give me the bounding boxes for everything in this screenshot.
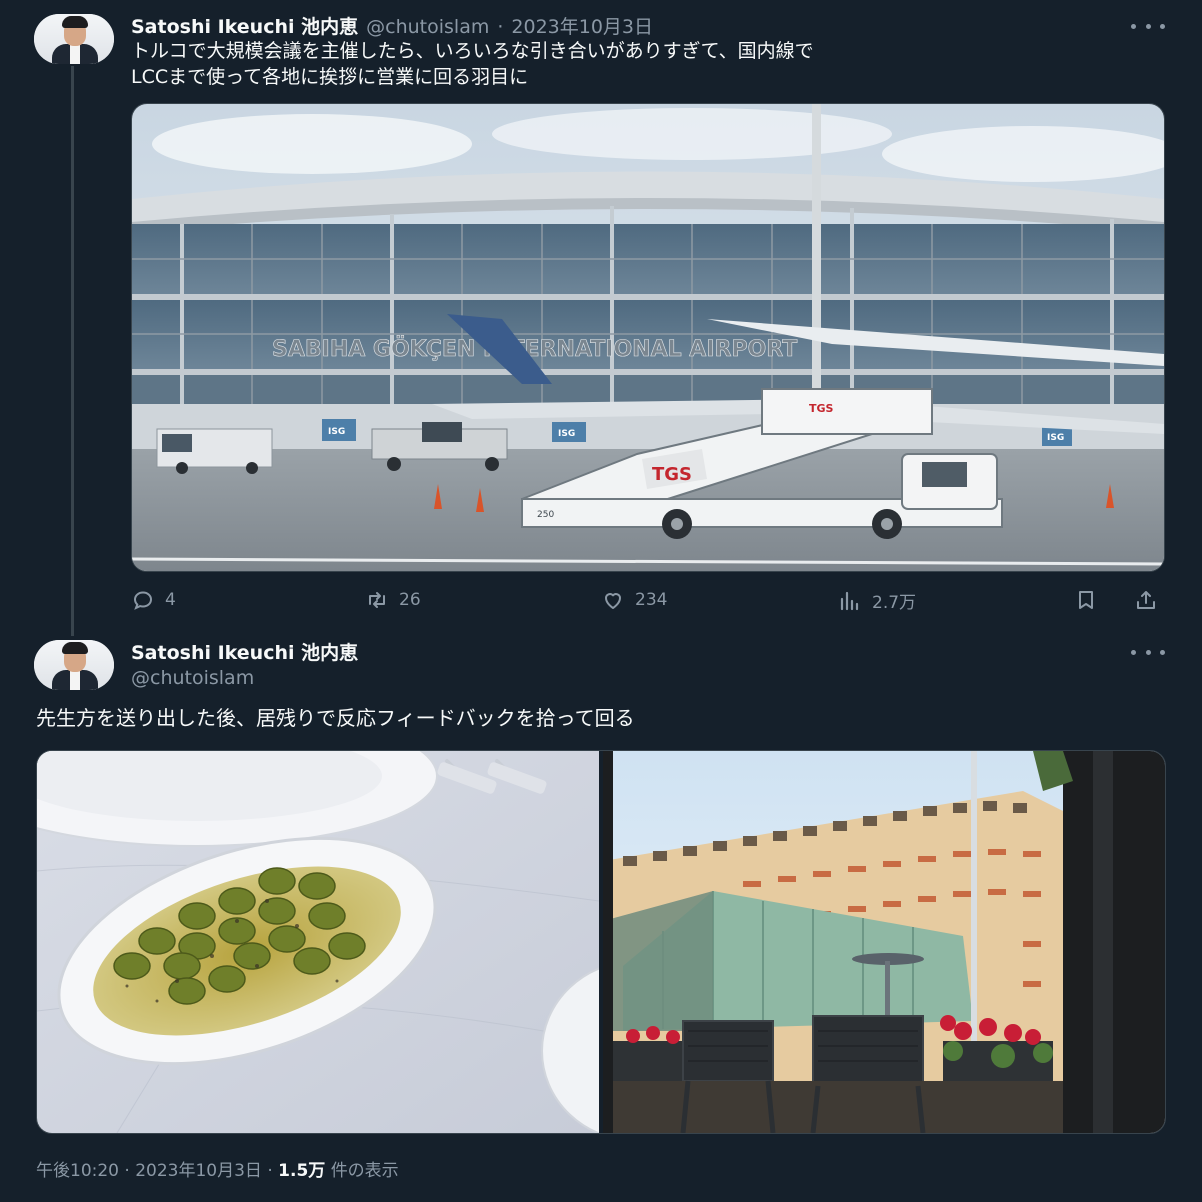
tweet-photo-airport[interactable]: SABIHA GÖKÇEN INTERNATIONAL AIRPORT ISG … [131, 103, 1165, 572]
tweet-text-line: トルコで大規模会議を主催したら、いろいろな引き合いがありすぎて、国内線で [131, 40, 814, 62]
separator-dot: · [124, 1161, 130, 1181]
stairs-logo: TGS [652, 464, 692, 485]
reply-button[interactable]: 4 [131, 588, 176, 612]
bookmark-button[interactable] [1074, 588, 1108, 612]
author-name[interactable]: Satoshi Ikeuchi 池内恵 [131, 12, 358, 39]
isg-label: ISG [1047, 433, 1064, 443]
tweet-date[interactable]: 2023年10月3日 [511, 12, 653, 39]
tweet-header: Satoshi Ikeuchi 池内恵 @chutoislam [131, 638, 358, 689]
views-count: 2.7万 [872, 593, 917, 613]
views-count: 1.5万 [278, 1161, 326, 1181]
avatar[interactable] [34, 640, 114, 690]
tweet-footer: 午後10:20 · 2023年10月3日 · 1.5万 件の表示 [36, 1156, 399, 1181]
retweet-button[interactable]: 26 [365, 588, 421, 612]
tweet-photo-hotel[interactable] [603, 751, 1165, 1133]
views-label: 件の表示 [330, 1161, 399, 1181]
bookmark-icon [1079, 591, 1093, 609]
author-handle[interactable]: @chutoislam [131, 667, 358, 689]
author-name[interactable]: Satoshi Ikeuchi 池内恵 [131, 638, 358, 665]
olives-scene [37, 751, 599, 1133]
tweet-time[interactable]: 午後10:20 [36, 1161, 119, 1181]
avatar[interactable] [34, 14, 114, 64]
more-icon[interactable] [1131, 642, 1165, 662]
terminal-sign: SABIHA GÖKÇEN INTERNATIONAL AIRPORT [272, 336, 797, 362]
views-button[interactable]: 2.7万 [838, 588, 916, 613]
share-icon [1137, 591, 1155, 609]
retweet-count: 26 [399, 590, 421, 610]
retweet-icon [369, 592, 385, 608]
tweet-photo-grid [36, 750, 1166, 1134]
share-button[interactable] [1134, 588, 1168, 612]
views-icon [840, 591, 859, 610]
isg-label: ISG [558, 429, 575, 439]
tweet-text: 先生方を送り出した後、居残りで反応フィードバックを拾って回る [36, 706, 635, 730]
tweet-text-line: LCCまで使って各地に挨拶に営業に回る羽目に [131, 66, 529, 88]
author-handle[interactable]: @chutoislam [366, 16, 489, 38]
airport-scene: SABIHA GÖKÇEN INTERNATIONAL AIRPORT ISG … [132, 104, 1164, 571]
tweet-date[interactable]: 2023年10月3日 [135, 1161, 262, 1181]
heart-icon [605, 593, 621, 609]
stairs-logo-small: TGS [809, 402, 834, 415]
tweet-text: トルコで大規模会議を主催したら、いろいろな引き合いがありすぎて、国内線で LCC… [131, 38, 1171, 90]
reply-count: 4 [165, 590, 176, 610]
hotel-scene [603, 751, 1165, 1133]
thread-connector-line [71, 66, 74, 636]
like-button[interactable]: 234 [601, 588, 667, 612]
tweet-photo-olives[interactable] [37, 751, 599, 1133]
tweet-header: Satoshi Ikeuchi 池内恵 @chutoislam · 2023年1… [131, 12, 653, 39]
like-count: 234 [635, 590, 668, 610]
separator-dot: · [497, 16, 504, 38]
reply-icon [133, 591, 153, 610]
isg-label: ISG [328, 427, 345, 437]
stairs-number: 250 [537, 510, 554, 520]
separator-dot: · [267, 1161, 273, 1181]
more-icon[interactable] [1131, 16, 1165, 36]
